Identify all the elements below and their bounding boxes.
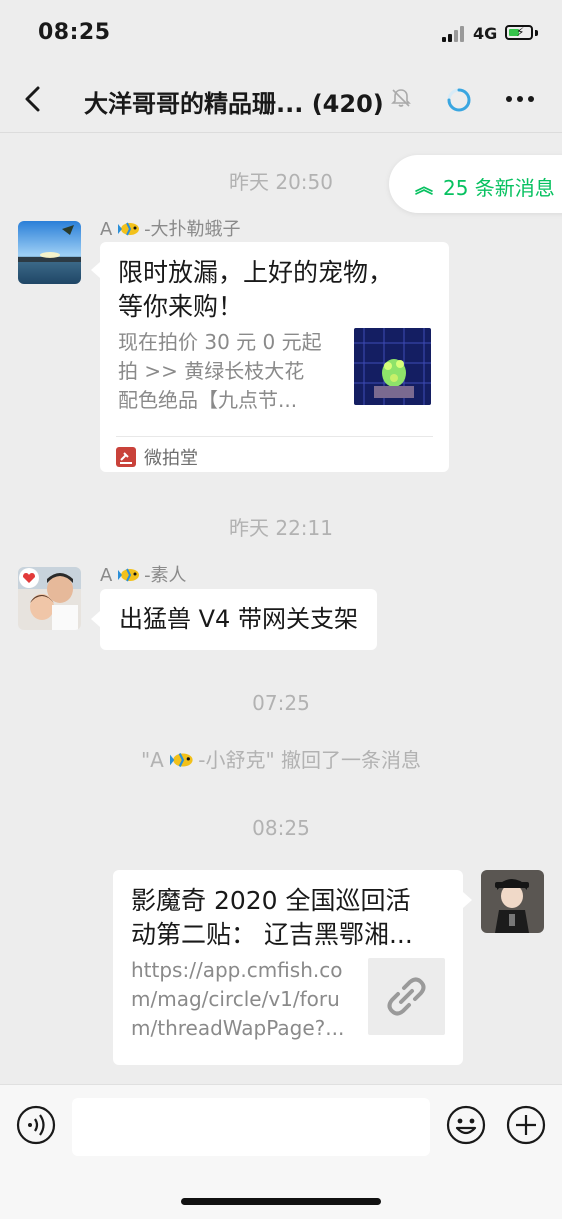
chat-header: 大洋哥哥的精品珊... (420) [0,66,562,133]
signal-icon [442,26,468,42]
sender-name: A -大扑勒蛾子 [100,219,241,240]
card-description: 现在拍价 30 元 0 元起 拍 >> 黄绿长枝大花 配色绝品【九点节... [118,330,322,412]
bubble-tail [91,262,100,278]
status-bar: 08:25 4G ⚡ [0,0,562,66]
link-icon [387,977,426,1016]
emoji-icon[interactable] [446,1105,486,1145]
mini-program-card[interactable]: 限时放漏，上好的宠物， 等你来购！ 现在拍价 30 元 0 元起 拍 >> 黄绿… [100,242,449,472]
loading-spinner-icon [447,88,471,112]
bubble-tail [463,892,472,908]
plus-icon[interactable] [506,1105,546,1145]
link-title: 影魔奇 2020 全国巡回活 动第二贴： 辽吉黑鄂湘... [131,886,413,949]
battery-tip [535,30,538,36]
link-url: https://app.cmfish.co m/mag/circle/v1/fo… [131,958,345,1040]
more-options-icon[interactable] [504,84,536,114]
timestamp: 07:25 [252,691,310,715]
card-source: 微拍堂 [116,436,433,473]
mute-bell-icon [391,89,411,107]
sender-name: A -素人 [100,565,187,586]
recall-notice: "A -小舒克" 撤回了一条消息 [140,748,422,772]
timestamp: 08:25 [252,816,310,840]
coral-thumbnail [354,328,431,405]
avatar[interactable] [18,567,81,630]
voice-input-icon[interactable] [16,1105,56,1145]
fish-emoji-icon [170,753,193,767]
weipaitang-logo-icon [116,447,136,467]
chat-title: 大洋哥哥的精品珊... (420) [84,90,384,118]
network-label: 4G [473,24,498,43]
timestamp: 昨天 20:50 [229,170,333,194]
fish-emoji-icon [118,222,140,236]
timestamp: 昨天 22:11 [229,516,333,540]
home-indicator [181,1198,381,1205]
message-input[interactable] [72,1098,430,1156]
bubble-tail [91,611,100,627]
link-card[interactable]: 影魔奇 2020 全国巡回活 动第二贴： 辽吉黑鄂湘... https://ap… [113,870,463,1065]
back-icon[interactable] [18,82,50,116]
link-thumbnail [368,958,445,1035]
card-title: 限时放漏，上好的宠物， 等你来购！ [118,258,394,321]
fish-emoji-icon [118,568,140,582]
self-avatar[interactable] [481,870,544,933]
battery-icon: ⚡ [505,25,533,40]
status-time: 08:25 [38,20,111,45]
text-message-bubble[interactable]: 出猛兽 V4 带网关支架 [100,589,377,650]
avatar[interactable] [18,221,81,284]
